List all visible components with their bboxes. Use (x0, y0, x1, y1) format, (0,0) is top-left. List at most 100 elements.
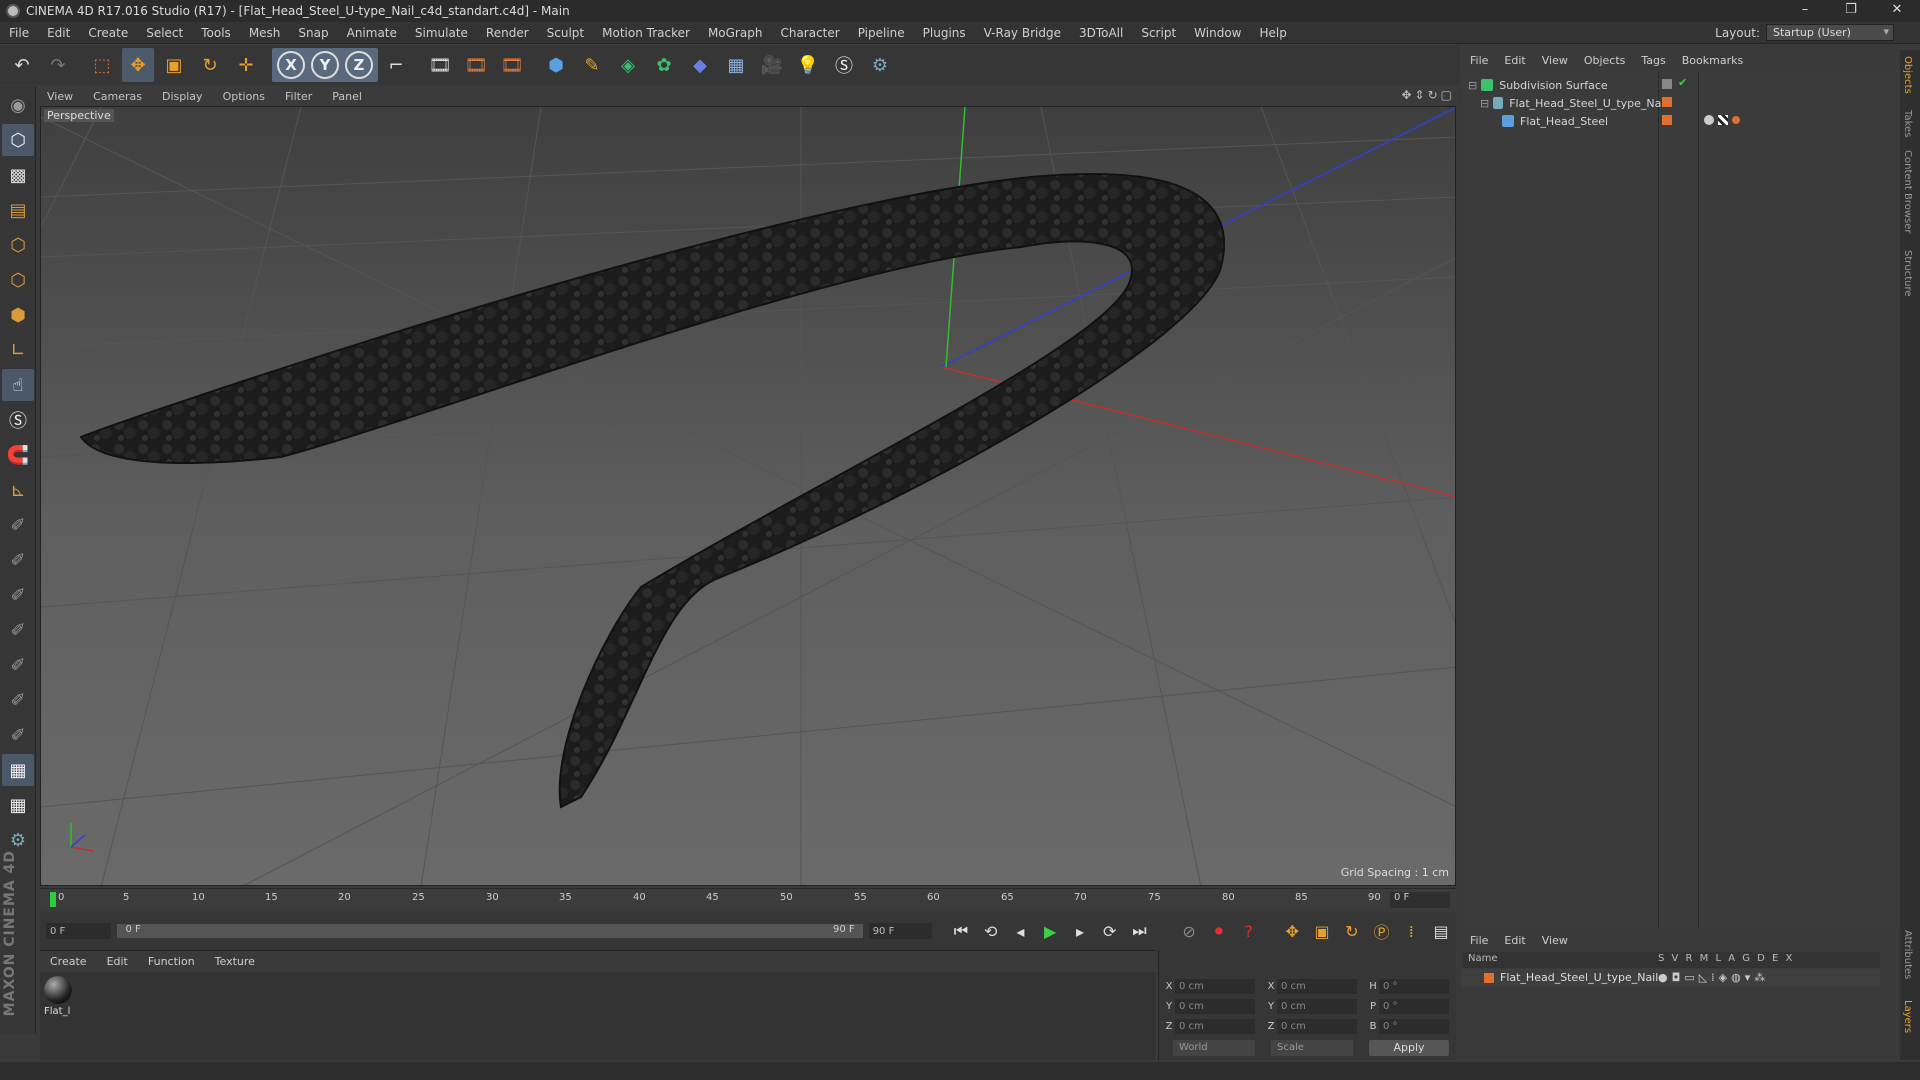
layers-menu-file[interactable]: File (1462, 934, 1496, 947)
tab-structure[interactable]: Structure (1902, 250, 1913, 297)
menu-animate[interactable]: Animate (338, 26, 406, 40)
timeline-window-icon[interactable]: ▤ (1428, 918, 1454, 944)
position-x-field[interactable]: 0 cm (1175, 978, 1255, 994)
material-tag-icon[interactable] (1704, 115, 1714, 125)
sculpt-flatten-icon[interactable]: ✐ (2, 649, 34, 681)
live-selection-icon[interactable]: ⬚ (86, 48, 118, 82)
next-frame-icon[interactable]: ▸ (1067, 918, 1093, 944)
material-menu-edit[interactable]: Edit (97, 955, 138, 968)
scale-mode-dropdown[interactable]: Scale (1271, 1040, 1353, 1056)
menu-3dtoall[interactable]: 3DToAll (1070, 26, 1132, 40)
y-axis-lock-button[interactable]: Y (311, 51, 339, 79)
deformer-icon[interactable]: ◆ (684, 48, 716, 82)
undo-icon[interactable]: ↶ (6, 48, 38, 82)
sculpt-brush-icon[interactable]: ✐ (2, 509, 34, 541)
rotation-h-field[interactable]: 0 ° (1379, 978, 1449, 994)
menu-create[interactable]: Create (79, 26, 137, 40)
menu-mesh[interactable]: Mesh (240, 26, 290, 40)
layer-swatch[interactable] (1662, 115, 1672, 125)
objects-menu-view[interactable]: View (1534, 54, 1576, 67)
object-name[interactable]: Subdivision Surface (1499, 79, 1607, 92)
coordinate-space-dropdown[interactable]: World (1173, 1040, 1255, 1056)
viewport-menu-cameras[interactable]: Cameras (83, 90, 152, 103)
edges-mode-icon[interactable]: ⬡ (2, 264, 34, 296)
layer-color-swatch[interactable] (1484, 973, 1494, 983)
collapse-icon[interactable]: ⊟ (1480, 97, 1489, 110)
go-to-start-icon[interactable]: ⏮ (948, 918, 974, 944)
cube-primitive-icon[interactable]: ⬢ (540, 48, 572, 82)
objects-menu-objects[interactable]: Objects (1576, 54, 1634, 67)
pen-spline-icon[interactable]: ✎ (576, 48, 608, 82)
viewport-menu-filter[interactable]: Filter (275, 90, 322, 103)
viewport-menu-view[interactable]: View (37, 90, 83, 103)
tab-content-browser[interactable]: Content Browser (1902, 150, 1913, 233)
floor-scene-icon[interactable]: ▦ (720, 48, 752, 82)
sculpt-grab-icon[interactable]: ✐ (2, 614, 34, 646)
previous-key-icon[interactable]: ⟲ (978, 918, 1004, 944)
texture-mode-icon[interactable]: ▩ (2, 159, 34, 191)
menu-plugins[interactable]: Plugins (914, 26, 975, 40)
keyframe-selection-icon[interactable]: ? (1236, 918, 1262, 944)
menu-vray-bridge[interactable]: V-Ray Bridge (975, 26, 1070, 40)
menu-motion-tracker[interactable]: Motion Tracker (593, 26, 699, 40)
menu-sculpt[interactable]: Sculpt (538, 26, 593, 40)
material-menu-texture[interactable]: Texture (205, 955, 265, 968)
maximize-button[interactable]: ❐ (1828, 0, 1874, 22)
menu-pipeline[interactable]: Pipeline (849, 26, 914, 40)
scale-tool-icon[interactable]: ▣ (158, 48, 190, 82)
render-view-icon[interactable]: 🎞 (424, 48, 456, 82)
object-row-u-type-nail[interactable]: ⊟ Flat_Head_Steel_U_type_Nail (1480, 94, 1668, 112)
timeline-ruler[interactable]: 0 5 10 15 20 25 30 35 40 45 50 55 60 65 … (40, 888, 1456, 910)
sculpt-smooth-icon[interactable]: ✐ (2, 579, 34, 611)
position-z-field[interactable]: 0 cm (1175, 1018, 1255, 1034)
viewport-menu-panel[interactable]: Panel (322, 90, 372, 103)
next-key-icon[interactable]: ⟳ (1097, 918, 1123, 944)
objects-menu-edit[interactable]: Edit (1496, 54, 1533, 67)
collapse-icon[interactable]: ⊟ (1468, 79, 1477, 92)
move-tool-icon[interactable]: ✥ (122, 48, 154, 82)
viewport-menu-display[interactable]: Display (152, 90, 213, 103)
menu-script[interactable]: Script (1132, 26, 1185, 40)
light-icon[interactable]: 💡 (792, 48, 824, 82)
key-parameter-icon[interactable]: Ⓟ (1369, 918, 1395, 944)
render-picture-viewer-icon[interactable]: 🎞 (460, 48, 492, 82)
menu-character[interactable]: Character (771, 26, 848, 40)
viewport-camera-label[interactable]: Perspective (44, 109, 114, 122)
phong-tag-icon[interactable] (1732, 116, 1740, 124)
make-editable-icon[interactable]: ◉ (2, 89, 34, 121)
start-frame-field[interactable]: 0 F (46, 923, 112, 939)
menu-tools[interactable]: Tools (192, 26, 240, 40)
end-frame-field[interactable]: 90 F (868, 923, 933, 939)
3d-viewport[interactable]: Perspective Grid Spacing : 1 cm (40, 106, 1456, 886)
position-y-field[interactable]: 0 cm (1175, 998, 1255, 1014)
lock-grid-icon[interactable]: ▦ (2, 754, 34, 786)
menu-help[interactable]: Help (1250, 26, 1295, 40)
preview-range-slider[interactable]: 0 F 90 F (117, 924, 863, 938)
key-scale-icon[interactable]: ▣ (1309, 918, 1335, 944)
menu-simulate[interactable]: Simulate (406, 26, 477, 40)
key-pla-icon[interactable]: ⁞ (1398, 918, 1424, 944)
workplane-icon[interactable]: ⊾ (2, 474, 34, 506)
viewport-navigation-icons[interactable]: ✥⇕↻▢ (1401, 88, 1455, 102)
s-logo-icon[interactable]: Ⓢ (828, 48, 860, 82)
layer-row[interactable]: Flat_Head_Steel_U_type_Nail ●◘▭◺⁞◈◍▾⁂ (1462, 969, 1880, 987)
tab-attributes[interactable]: Attributes (1902, 930, 1913, 979)
transform-tool-icon[interactable]: ✛ (230, 48, 262, 82)
object-row-flat-head-steel[interactable]: Flat_Head_Steel (1502, 112, 1608, 130)
record-keys-icon[interactable]: ⊘ (1176, 918, 1202, 944)
objects-menu-tags[interactable]: Tags (1633, 54, 1673, 67)
menu-edit[interactable]: Edit (38, 26, 79, 40)
play-icon[interactable]: ▶ (1037, 918, 1063, 944)
subdivision-surface-icon[interactable]: ◈ (612, 48, 644, 82)
model-mode-icon[interactable]: ⬡ (2, 124, 34, 156)
menu-file[interactable]: File (0, 26, 38, 40)
size-x-field[interactable]: 0 cm (1277, 978, 1357, 994)
tab-takes[interactable]: Takes (1902, 110, 1913, 137)
rotation-p-field[interactable]: 0 ° (1379, 998, 1449, 1014)
menu-mograph[interactable]: MoGraph (699, 26, 772, 40)
material-name-label[interactable]: Flat_l (44, 1006, 70, 1017)
grid-snap-icon[interactable]: ▦ (2, 789, 34, 821)
render-settings-icon[interactable]: 🎞 (496, 48, 528, 82)
material-menu-create[interactable]: Create (40, 955, 97, 968)
tab-layers[interactable]: Layers (1902, 1000, 1913, 1033)
